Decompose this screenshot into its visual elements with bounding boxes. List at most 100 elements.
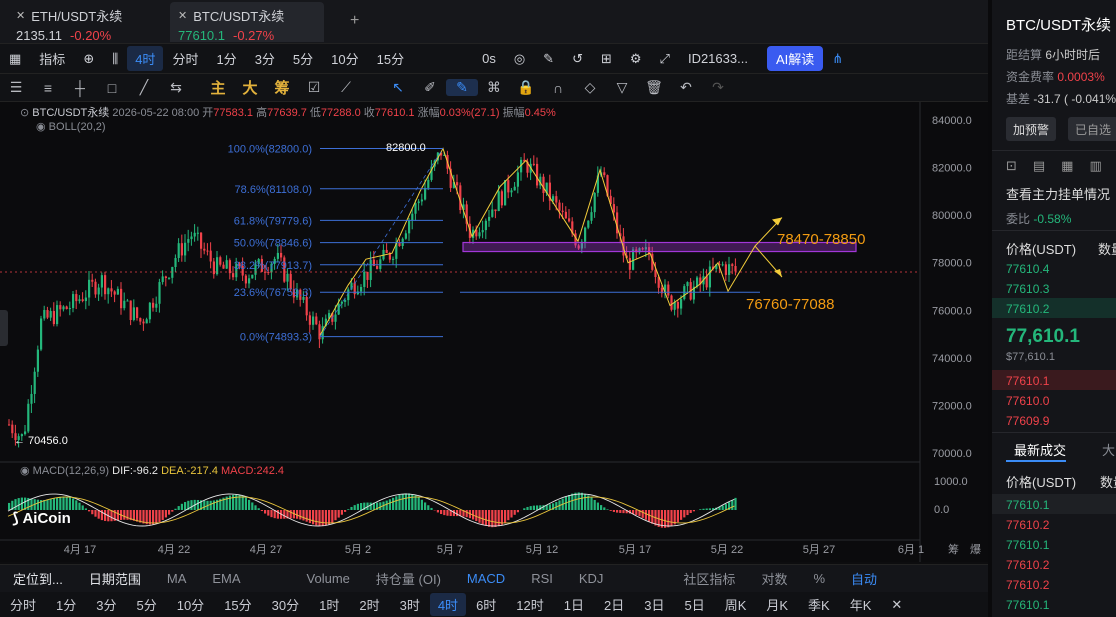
- timeframe-item[interactable]: 3日: [634, 595, 674, 614]
- lock-icon[interactable]: 🔒: [510, 79, 542, 96]
- interval-item[interactable]: 10分: [322, 49, 367, 68]
- timeframe-item[interactable]: 季K: [798, 595, 840, 614]
- indicator-tab[interactable]: KDJ: [566, 571, 617, 586]
- indicator-tab[interactable]: 持仓量 (OI): [363, 569, 454, 588]
- rect-icon[interactable]: □: [96, 80, 128, 96]
- percent-button[interactable]: %: [800, 571, 838, 586]
- price-chart[interactable]: 100.0%(82800.0) 78.6%(81108.0) 61.8%(79779…: [0, 102, 988, 562]
- seconds-button[interactable]: 0s: [473, 51, 505, 66]
- share-icon[interactable]: ⋔: [823, 51, 852, 67]
- pen-icon[interactable]: ✎: [534, 51, 563, 67]
- timeframe-item[interactable]: 4时: [429, 593, 467, 616]
- account-select[interactable]: ID21633...: [679, 51, 757, 66]
- interval-item[interactable]: 15分: [368, 49, 413, 68]
- redo-icon[interactable]: ↷: [702, 79, 734, 96]
- brush-icon[interactable]: ✐: [414, 79, 446, 96]
- settings-icon[interactable]: ⚙: [621, 51, 651, 67]
- ask-price[interactable]: 77610.4: [1006, 262, 1049, 276]
- tab-btc[interactable]: ✕ BTC/USDT永续 77610.1 -0.27%: [170, 2, 324, 43]
- undo-icon[interactable]: ↺: [563, 51, 592, 67]
- timeframe-item[interactable]: 2时: [349, 595, 389, 614]
- pen-tool-icon[interactable]: ✎: [446, 79, 478, 96]
- compare-icon[interactable]: ⊕: [74, 51, 103, 67]
- camera-icon[interactable]: ◎: [505, 51, 534, 67]
- timeframe-item[interactable]: 月K: [756, 595, 798, 614]
- left-collapse-handle[interactable]: [0, 310, 8, 346]
- pattern-icon[interactable]: ⌘: [478, 79, 510, 96]
- tab-eth[interactable]: ✕ ETH/USDT永续 2135.11 -0.20%: [8, 2, 168, 43]
- timeframe-item[interactable]: 5日: [674, 595, 714, 614]
- new-tab-button[interactable]: +: [350, 12, 359, 30]
- date-range-button[interactable]: 日期范围: [76, 569, 154, 588]
- indicator-tab-macd[interactable]: MACD: [454, 571, 518, 586]
- add-alert-button[interactable]: 加预警: [1006, 117, 1056, 141]
- eye-icon[interactable]: ◉: [20, 465, 30, 477]
- eraser-icon[interactable]: ◇: [574, 79, 606, 96]
- undo2-icon[interactable]: ↶: [670, 79, 702, 96]
- timeframe-item[interactable]: 1时: [309, 595, 349, 614]
- interval-item[interactable]: 1分: [207, 49, 245, 68]
- timeframe-item[interactable]: 30分: [262, 595, 309, 614]
- main-force-button[interactable]: 主: [202, 77, 234, 98]
- trash-icon[interactable]: 🗑: [638, 79, 670, 96]
- trend-line-icon[interactable]: ╱: [128, 79, 160, 96]
- trades-tab[interactable]: 最新成交: [1014, 440, 1066, 459]
- interval-selected[interactable]: 4时: [127, 46, 164, 71]
- timeframe-item[interactable]: 10分: [167, 595, 214, 614]
- magnet-icon[interactable]: ∩: [542, 80, 574, 96]
- interval-item[interactable]: 5分: [284, 49, 322, 68]
- orders-title[interactable]: 查看主力挂单情况: [1006, 184, 1110, 203]
- close-icon[interactable]: ✕: [881, 597, 912, 613]
- layout-icon[interactable]: ▦: [0, 51, 30, 67]
- cursor-icon[interactable]: ↖: [382, 79, 414, 96]
- menu-icon[interactable]: ☰: [0, 79, 32, 96]
- bid-price[interactable]: 77610.1: [1006, 374, 1049, 388]
- indicator-tab[interactable]: EMA: [199, 571, 253, 586]
- info-icon[interactable]: ⊙: [20, 107, 29, 119]
- community-indicators-button[interactable]: 社区指标: [670, 569, 748, 588]
- big-order-button[interactable]: 大: [234, 77, 266, 98]
- log-scale-button[interactable]: 对数: [748, 569, 800, 588]
- timeframe-item[interactable]: 3分: [86, 595, 126, 614]
- big-trades-tab[interactable]: 大: [1102, 440, 1115, 459]
- lines-icon[interactable]: ≡: [32, 80, 64, 96]
- favorite-button[interactable]: 已自选: [1068, 117, 1116, 141]
- ask-price[interactable]: 77610.2: [1006, 302, 1049, 316]
- indicator-tab[interactable]: RSI: [518, 571, 566, 586]
- timeframe-item[interactable]: 6时: [466, 595, 506, 614]
- timeframe-item[interactable]: 2日: [594, 595, 634, 614]
- orderbook-view-icons[interactable]: ⊡▤▦▥: [1006, 158, 1116, 174]
- hline-icon[interactable]: ┼: [64, 80, 96, 96]
- interval-item[interactable]: 3分: [246, 49, 284, 68]
- chart-type-icon[interactable]: ⫼: [103, 51, 127, 67]
- timeframe-item[interactable]: 5分: [126, 595, 166, 614]
- timeframe-item[interactable]: 1日: [554, 595, 594, 614]
- timeframe-item[interactable]: 分时: [0, 595, 46, 614]
- grid-icon[interactable]: ⊞: [592, 51, 621, 67]
- auto-scale-button[interactable]: 自动: [838, 569, 890, 588]
- ai-button[interactable]: AI解读: [766, 46, 824, 71]
- bid-price[interactable]: 77609.9: [1006, 414, 1049, 428]
- bid-price[interactable]: 77610.0: [1006, 394, 1049, 408]
- eye-icon[interactable]: ◉: [36, 121, 46, 133]
- indicator-tab[interactable]: Volume: [294, 571, 363, 586]
- locate-button[interactable]: 定位到...: [0, 569, 76, 588]
- indicator-tab[interactable]: MA: [154, 571, 200, 586]
- close-icon[interactable]: ✕: [178, 9, 187, 22]
- timeframe-item[interactable]: 15分: [214, 595, 261, 614]
- ask-price[interactable]: 77610.3: [1006, 282, 1049, 296]
- timeframe-item[interactable]: 12时: [506, 595, 553, 614]
- boll-label[interactable]: ◉ BOLL(20,2): [36, 120, 106, 133]
- fullscreen-icon[interactable]: ⤢: [651, 51, 679, 67]
- indicators-button[interactable]: 指标: [30, 49, 74, 68]
- timeframe-item[interactable]: 1分: [46, 595, 86, 614]
- interval-item[interactable]: 分时: [163, 49, 207, 68]
- check-icon[interactable]: ☑: [298, 79, 330, 96]
- ruler-icon[interactable]: ⇆: [160, 79, 192, 96]
- close-icon[interactable]: ✕: [16, 9, 25, 22]
- timeframe-item[interactable]: 周K: [715, 595, 757, 614]
- filter-icon[interactable]: ▽: [606, 79, 638, 96]
- timeframe-item[interactable]: 3时: [390, 595, 430, 614]
- chips-button[interactable]: 筹: [266, 77, 298, 98]
- ruler2-icon[interactable]: ⟋: [330, 79, 362, 96]
